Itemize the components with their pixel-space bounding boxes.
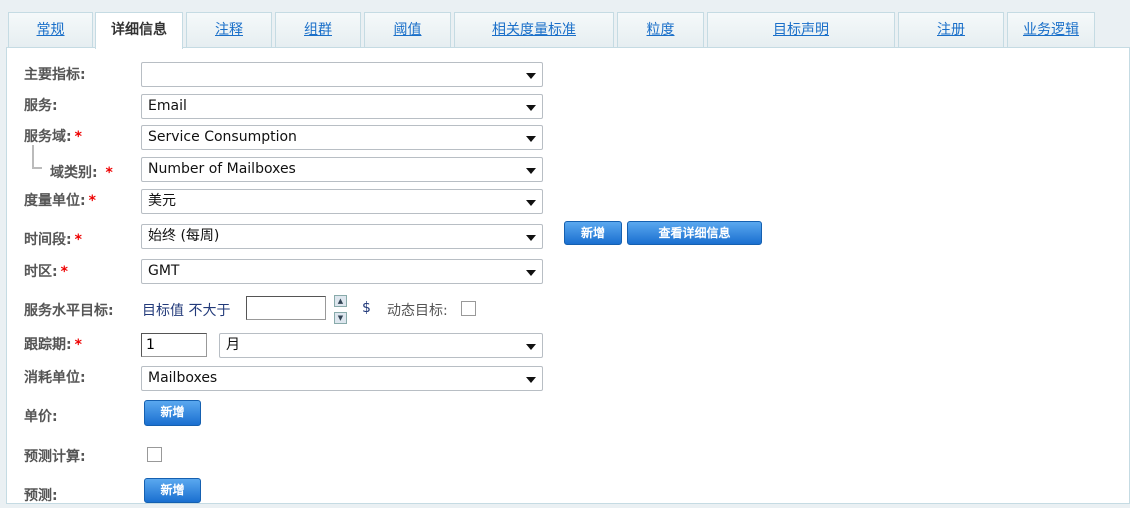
timezone-label: 时区: * (24, 261, 68, 281)
tracking-count-input[interactable]: 1 (141, 333, 207, 357)
domain-category-label: 域类别: * (50, 162, 113, 182)
sla-label: 服务水平目标: (24, 303, 114, 319)
spin-down-icon[interactable]: ▼ (334, 312, 347, 324)
tab-groups[interactable]: 组群 (275, 12, 361, 47)
period-label: 时间段: * (24, 229, 82, 249)
tab-general[interactable]: 常规 (8, 12, 93, 47)
sla-value-input[interactable] (246, 296, 326, 320)
forecast-calc-label: 预测计算: (24, 449, 86, 465)
required-mark: * (74, 129, 82, 145)
unit-label: 度量单位: * (24, 190, 96, 210)
period-select[interactable]: 始终 (每周) (141, 224, 543, 249)
tab-details[interactable]: 详细信息 (95, 12, 183, 49)
tab-business-logic[interactable]: 业务逻辑 (1007, 12, 1095, 47)
dynamic-target-label: 动态目标: (387, 303, 448, 319)
label-text: 服务域: (24, 129, 72, 145)
tree-connector-icon (32, 145, 42, 169)
tab-granularity[interactable]: 粒度 (617, 12, 704, 47)
view-details-button[interactable]: 查看详细信息 (627, 221, 762, 245)
service-label: 服务: (24, 98, 58, 114)
sla-target-text: 目标值 不大于 (142, 303, 231, 319)
service-domain-select[interactable]: Service Consumption (141, 125, 543, 150)
tab-notes[interactable]: 注释 (186, 12, 272, 47)
tab-registration[interactable]: 注册 (898, 12, 1004, 47)
tab-related-metrics[interactable]: 相关度量标准 (454, 12, 614, 47)
required-mark: * (74, 232, 82, 248)
label-text: 度量单位: (24, 193, 86, 209)
required-mark: * (105, 165, 113, 181)
timezone-select[interactable]: GMT (141, 259, 543, 284)
service-domain-label: 服务域: * (24, 126, 82, 146)
required-mark: * (88, 193, 96, 209)
primary-metric-select[interactable] (141, 62, 543, 87)
forecast-label: 预测: (24, 488, 58, 504)
unit-price-add-button[interactable]: 新增 (144, 400, 201, 426)
dynamic-target-checkbox[interactable] (461, 301, 476, 316)
currency-symbol: $ (362, 300, 371, 316)
label-text: 跟踪期: (24, 337, 72, 353)
tab-thresholds[interactable]: 阈值 (364, 12, 451, 47)
label-text: 时间段: (24, 232, 72, 248)
unit-select[interactable]: 美元 (141, 189, 543, 214)
label-text: 时区: (24, 264, 58, 280)
tab-target-statement[interactable]: 目标声明 (707, 12, 895, 47)
period-add-button[interactable]: 新增 (564, 221, 622, 245)
label-text: 域类别: (50, 165, 98, 181)
required-mark: * (74, 337, 82, 353)
forecast-calc-checkbox[interactable] (147, 447, 162, 462)
domain-category-select[interactable]: Number of Mailboxes (141, 157, 543, 182)
unit-price-label: 单价: (24, 409, 58, 425)
required-mark: * (60, 264, 68, 280)
tracking-unit-select[interactable]: 月 (219, 333, 543, 358)
primary-metric-label: 主要指标: (24, 67, 86, 83)
spin-up-icon[interactable]: ▲ (334, 295, 347, 307)
consumption-unit-label: 消耗单位: (24, 370, 86, 386)
tracking-label: 跟踪期: * (24, 334, 82, 354)
consumption-unit-select[interactable]: Mailboxes (141, 366, 543, 391)
service-select[interactable]: Email (141, 94, 543, 119)
forecast-add-button[interactable]: 新增 (144, 478, 201, 503)
